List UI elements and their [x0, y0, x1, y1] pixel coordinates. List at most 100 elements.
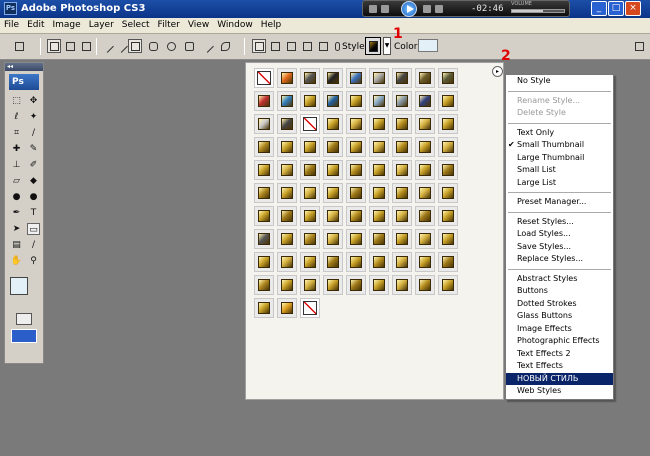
style-thumbnail[interactable] — [438, 183, 458, 203]
style-thumbnail[interactable] — [438, 160, 458, 180]
style-thumbnail[interactable] — [438, 114, 458, 134]
type-icon[interactable]: T — [27, 207, 40, 219]
paths-button[interactable] — [63, 39, 77, 53]
menu-item[interactable]: Large List — [506, 177, 613, 190]
style-thumbnail[interactable] — [346, 252, 366, 272]
menu-item[interactable]: Text Effects 2 — [506, 348, 613, 361]
menu-item[interactable]: Reset Styles... — [506, 216, 613, 229]
menu-file[interactable]: File — [0, 18, 23, 30]
marquee-icon[interactable]: ⬚ — [10, 95, 23, 107]
style-thumbnail[interactable] — [369, 68, 389, 88]
style-thumbnail[interactable] — [346, 160, 366, 180]
style-thumbnail[interactable] — [392, 160, 412, 180]
menu-item[interactable]: Web Styles — [506, 385, 613, 398]
add-to-shape-icon[interactable] — [268, 39, 282, 53]
style-thumbnail[interactable] — [323, 275, 343, 295]
healing-brush-icon[interactable]: ✚ — [10, 143, 23, 155]
toolbox-grip[interactable]: ◂◂ — [5, 63, 43, 71]
rounded-rectangle-icon[interactable] — [146, 39, 160, 53]
magic-wand-icon[interactable]: ✦ — [27, 111, 40, 123]
style-thumbnail[interactable] — [415, 160, 435, 180]
exclude-shape-icon[interactable] — [316, 39, 330, 53]
rectangle-tool-icon[interactable] — [128, 39, 142, 53]
style-swatch[interactable] — [365, 37, 381, 55]
style-thumbnail[interactable] — [392, 206, 412, 226]
menu-view[interactable]: View — [184, 18, 213, 30]
style-thumbnail[interactable] — [369, 183, 389, 203]
style-thumbnail[interactable] — [369, 206, 389, 226]
menu-item[interactable]: Replace Styles... — [506, 253, 613, 266]
style-thumbnail[interactable] — [438, 252, 458, 272]
stop-icon[interactable] — [369, 5, 377, 13]
menu-item[interactable]: НОВЫЙ СТИЛЬ — [506, 372, 613, 385]
style-thumbnail[interactable] — [277, 275, 297, 295]
rectangle-shape-icon[interactable]: ▭ — [27, 223, 40, 235]
screen-mode-icon[interactable] — [11, 329, 37, 343]
menu-filter[interactable]: Filter — [154, 18, 184, 30]
move-icon[interactable]: ✥ — [27, 95, 40, 107]
style-thumbnail[interactable] — [392, 229, 412, 249]
style-thumbnail[interactable] — [438, 275, 458, 295]
ellipse-tool-icon[interactable] — [164, 39, 178, 53]
tool-preset-picker[interactable] — [12, 39, 26, 53]
style-thumbnail[interactable] — [323, 91, 343, 111]
style-thumbnail[interactable] — [323, 137, 343, 157]
subtract-shape-icon[interactable] — [284, 39, 298, 53]
style-thumbnail[interactable] — [438, 206, 458, 226]
menu-item[interactable]: Save Styles... — [506, 241, 613, 254]
style-thumbnail[interactable] — [346, 183, 366, 203]
polygon-tool-icon[interactable] — [182, 39, 196, 53]
menu-help[interactable]: Help — [257, 18, 286, 30]
style-thumbnail[interactable] — [415, 252, 435, 272]
style-thumbnail[interactable] — [392, 275, 412, 295]
style-thumbnail[interactable] — [323, 229, 343, 249]
mute-icon[interactable] — [435, 5, 443, 13]
style-thumbnail[interactable] — [277, 206, 297, 226]
menu-item[interactable]: Small List — [506, 164, 613, 177]
previous-icon[interactable] — [381, 5, 389, 13]
no-style-thumbnail[interactable] — [300, 114, 320, 134]
style-thumbnail[interactable] — [254, 114, 274, 134]
no-style-thumbnail[interactable] — [300, 298, 320, 318]
path-selection-icon[interactable]: ➤ — [10, 223, 23, 235]
dodge-icon[interactable]: ● — [27, 191, 40, 203]
volume-slider[interactable] — [511, 9, 565, 13]
style-thumbnail[interactable] — [438, 91, 458, 111]
style-thumbnail[interactable] — [415, 91, 435, 111]
line-tool-icon[interactable] — [200, 39, 214, 53]
style-thumbnail[interactable] — [392, 91, 412, 111]
menu-item[interactable]: ✔ Small Thumbnail — [506, 139, 613, 152]
custom-shape-icon[interactable] — [218, 39, 232, 53]
style-thumbnail[interactable] — [346, 206, 366, 226]
menu-image[interactable]: Image — [49, 18, 85, 30]
style-thumbnail[interactable] — [277, 114, 297, 134]
crop-icon[interactable]: ⌗ — [10, 127, 23, 139]
shape-layers-button[interactable] — [47, 39, 61, 53]
menu-item[interactable]: Photographic Effects — [506, 335, 613, 348]
slice-icon[interactable]: ∕ — [27, 127, 40, 139]
style-thumbnail[interactable] — [254, 137, 274, 157]
brush-icon[interactable]: ✎ — [27, 143, 40, 155]
style-thumbnail[interactable] — [415, 275, 435, 295]
style-thumbnail[interactable] — [369, 229, 389, 249]
style-thumbnail[interactable] — [254, 91, 274, 111]
style-thumbnail[interactable] — [323, 160, 343, 180]
close-icon[interactable]: × — [625, 1, 641, 16]
zoom-icon[interactable]: ⚲ — [27, 255, 40, 267]
eraser-icon[interactable]: ▱ — [10, 175, 23, 187]
style-thumbnail[interactable] — [415, 137, 435, 157]
style-thumbnail[interactable] — [300, 160, 320, 180]
style-thumbnail[interactable] — [323, 206, 343, 226]
menu-item[interactable]: Large Thumbnail — [506, 152, 613, 165]
style-thumbnail[interactable] — [438, 229, 458, 249]
style-thumbnail[interactable] — [254, 183, 274, 203]
menu-layer[interactable]: Layer — [85, 18, 118, 30]
history-brush-icon[interactable]: ✐ — [27, 159, 40, 171]
style-thumbnail[interactable] — [415, 114, 435, 134]
create-new-shape-icon[interactable] — [252, 39, 266, 53]
menu-item[interactable]: Image Effects — [506, 323, 613, 336]
next-icon[interactable] — [423, 5, 431, 13]
style-thumbnail[interactable] — [254, 206, 274, 226]
style-thumbnail[interactable] — [254, 298, 274, 318]
style-thumbnail[interactable] — [346, 91, 366, 111]
